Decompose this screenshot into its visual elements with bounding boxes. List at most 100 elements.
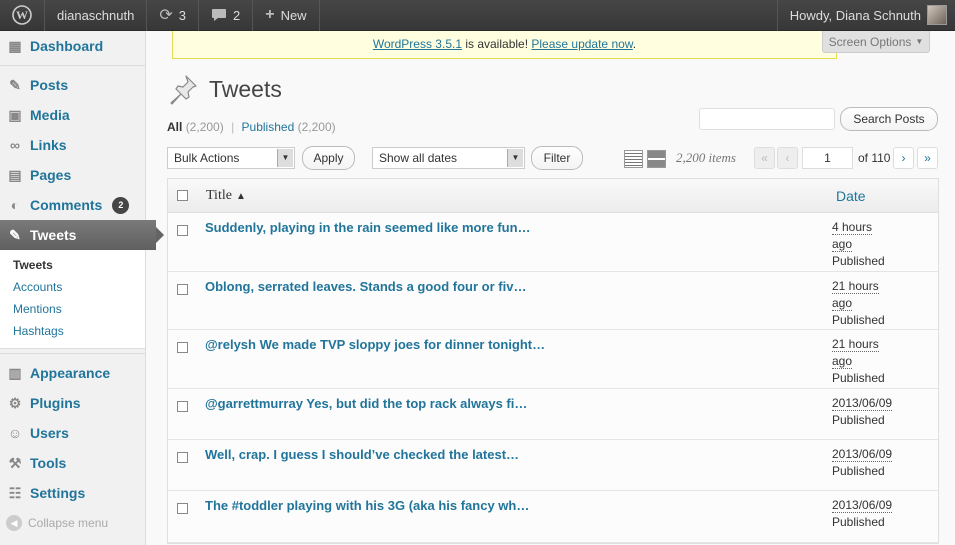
status-filters: All (2,200) | Published (2,200) — [167, 120, 336, 134]
table-row: Suddenly, playing in the rain seemed lik… — [168, 213, 938, 272]
select-all-checkbox[interactable] — [177, 190, 188, 201]
collapse-menu-button[interactable]: ◀ Collapse menu — [0, 508, 145, 538]
tools-icon: ⚒ — [8, 454, 22, 471]
menu-separator — [0, 65, 145, 66]
comments-badge: 2 — [112, 196, 130, 214]
submenu-item-mentions[interactable]: Mentions — [0, 298, 145, 320]
sidebar-item-label: Pages — [30, 167, 72, 183]
plugin-icon: ⚙ — [8, 394, 22, 411]
sidebar-item-plugins[interactable]: ⚙ Plugins — [0, 388, 145, 418]
wordpress-version-link[interactable]: WordPress 3.5.1 — [373, 37, 462, 51]
list-view-icon[interactable] — [624, 150, 643, 168]
sidebar-item-tweets[interactable]: ✎ Tweets — [0, 220, 164, 250]
table-row: Well, crap. I guess I should’ve checked … — [168, 440, 938, 491]
users-icon: ☺ — [7, 425, 23, 441]
filter-all[interactable]: All (2,200) — [167, 120, 224, 134]
chevron-down-icon: ▼ — [277, 149, 293, 167]
comments-count: 2 — [232, 7, 241, 23]
last-page-button[interactable]: » — [917, 147, 938, 169]
post-date: 2013/06/09 Published — [832, 396, 893, 427]
sidebar-item-dashboard[interactable]: ▦ Dashboard — [0, 31, 145, 61]
total-pages: of 110 — [858, 151, 891, 165]
sidebar-item-posts[interactable]: ✎ Posts — [0, 70, 145, 100]
site-name-link[interactable]: dianaschnuth — [45, 0, 148, 31]
row-checkbox[interactable] — [177, 284, 188, 295]
post-title-link[interactable]: The #toddler playing with his 3G (aka hi… — [188, 491, 832, 542]
table-header: Title ▲ Date — [168, 179, 938, 213]
collapse-menu-label: Collapse menu — [28, 516, 109, 530]
post-date: 21 hours ago Published — [832, 337, 885, 385]
sidebar-item-pages[interactable]: ▤ Pages — [0, 160, 145, 190]
post-title-link[interactable]: @garrettmurray Yes, but did the top rack… — [188, 389, 832, 439]
submenu-item-accounts[interactable]: Accounts — [0, 276, 145, 298]
excerpt-view-icon[interactable] — [647, 150, 666, 168]
sidebar-item-media[interactable]: ▣ Media — [0, 100, 145, 130]
row-checkbox[interactable] — [177, 503, 188, 514]
table-row: The #toddler playing with his 3G (aka hi… — [168, 491, 938, 543]
menu-separator — [0, 353, 145, 354]
current-page-input[interactable]: 1 — [802, 147, 853, 169]
sidebar-item-links[interactable]: ∞ Links — [0, 130, 145, 160]
comment-bubble-icon: ◐ — [10, 197, 20, 213]
chevron-down-icon: ▼ — [507, 149, 523, 167]
post-title-link[interactable]: Well, crap. I guess I should’ve checked … — [188, 440, 832, 490]
row-checkbox[interactable] — [177, 452, 188, 463]
search-input[interactable] — [699, 108, 835, 130]
post-title-link[interactable]: Suddenly, playing in the rain seemed lik… — [188, 213, 832, 271]
bulk-actions-select[interactable]: Bulk Actions ▼ — [167, 147, 295, 169]
sidebar-item-label: Settings — [30, 485, 86, 501]
screen-options-label: Screen Options — [828, 34, 912, 49]
sidebar-item-settings[interactable]: ☷ Settings — [0, 478, 145, 508]
comment-bubble-icon — [211, 9, 226, 21]
title-column-header[interactable]: Title ▲ — [206, 188, 836, 204]
apply-button[interactable]: Apply — [302, 146, 355, 170]
row-checkbox[interactable] — [177, 342, 188, 353]
plus-icon: + — [265, 6, 275, 23]
post-date: 2013/06/09 Published — [832, 498, 893, 529]
date-filter-select[interactable]: Show all dates ▼ — [372, 147, 525, 169]
sidebar-item-label: Comments — [30, 197, 103, 213]
sidebar-item-label: Users — [30, 425, 69, 441]
next-page-button[interactable]: › — [893, 147, 914, 169]
sidebar-item-tools[interactable]: ⚒ Tools — [0, 448, 145, 478]
filter-button[interactable]: Filter — [531, 146, 583, 170]
sidebar-item-label: Posts — [30, 77, 69, 93]
search-posts-button[interactable]: Search Posts — [840, 107, 938, 131]
comments-link[interactable]: 2 — [199, 0, 254, 31]
collapse-arrow-icon: ◀ — [6, 515, 22, 531]
svg-text:W: W — [16, 8, 28, 22]
first-page-button[interactable]: « — [754, 147, 775, 169]
updates-link[interactable]: ⟳ 3 — [147, 0, 199, 31]
update-now-link[interactable]: Please update now — [531, 37, 632, 51]
new-content-link[interactable]: + New — [253, 0, 320, 31]
chevron-down-icon: ▼ — [915, 37, 924, 46]
prev-page-button[interactable]: ‹ — [777, 147, 798, 169]
filter-separator: | — [231, 120, 235, 134]
screen-options-tab[interactable]: Screen Options ▼ — [822, 31, 930, 53]
submenu-item-tweets[interactable]: Tweets — [0, 254, 145, 276]
post-title-link[interactable]: @relysh We made TVP sloppy joes for dinn… — [188, 330, 832, 388]
date-column-header[interactable]: Date — [836, 188, 866, 204]
page-title: Tweets — [209, 75, 282, 102]
pages-icon: ▤ — [8, 166, 22, 183]
sidebar-item-appearance[interactable]: ▥ Appearance — [0, 358, 145, 388]
settings-icon: ☷ — [8, 484, 22, 501]
wordpress-logo-icon[interactable]: W — [0, 0, 45, 31]
post-title-link[interactable]: Oblong, serrated leaves. Stands a good f… — [188, 272, 832, 329]
chain-link-icon: ∞ — [10, 137, 20, 153]
admin-sidebar: ▦ Dashboard ✎ Posts ▣ Media ∞ Links ▤ Pa… — [0, 31, 164, 545]
submenu-item-hashtags[interactable]: Hashtags — [0, 320, 145, 342]
post-date: 4 hours ago Published — [832, 220, 885, 268]
update-notice: WordPress 3.5.1 is available! Please upd… — [172, 31, 837, 59]
sidebar-item-comments[interactable]: ◐ Comments 2 — [0, 190, 145, 220]
updates-count: 3 — [178, 7, 186, 23]
filter-published[interactable]: Published (2,200) — [242, 120, 336, 134]
account-menu[interactable]: Howdy, Diana Schnuth — [776, 0, 955, 31]
row-checkbox[interactable] — [177, 401, 188, 412]
main-content: WordPress 3.5.1 is available! Please upd… — [147, 31, 955, 545]
row-checkbox[interactable] — [177, 225, 188, 236]
sidebar-item-label: Links — [30, 137, 67, 153]
admin-bar: W dianaschnuth ⟳ 3 2 + New Howdy, Diana … — [0, 0, 955, 31]
notice-text: is available! — [462, 37, 532, 51]
sidebar-item-users[interactable]: ☺ Users — [0, 418, 145, 448]
